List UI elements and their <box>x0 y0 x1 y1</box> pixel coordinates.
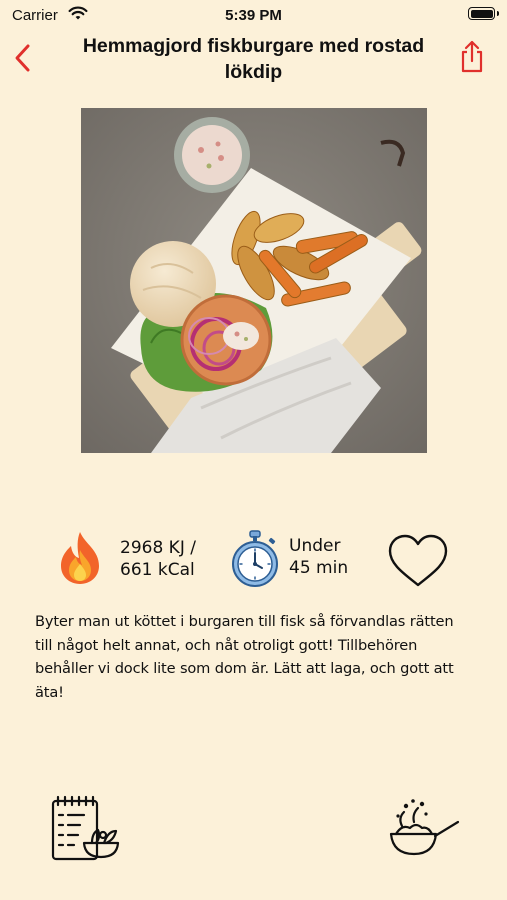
wok-cooking-icon <box>389 799 460 856</box>
battery-icon <box>468 7 499 20</box>
favorite-button[interactable] <box>386 533 450 589</box>
energy-kj: 2968 KJ / <box>120 538 196 558</box>
ingredients-button[interactable] <box>48 793 123 863</box>
energy-value: 2968 KJ / 661 kCal <box>120 537 196 581</box>
heart-outline-icon <box>388 534 448 587</box>
share-icon <box>461 40 483 73</box>
ingredients-list-icon <box>51 795 120 861</box>
fire-icon <box>61 532 99 584</box>
recipe-description: Byter man ut köttet i burgaren till fisk… <box>35 613 454 701</box>
stopwatch-icon <box>232 530 278 587</box>
page-title: Hemmagjord fiskburgare med rostad lökdip <box>82 35 425 83</box>
cooking-time: Under 45 min <box>289 535 348 579</box>
back-button[interactable] <box>8 40 38 76</box>
time-value: 45 min <box>289 558 349 578</box>
start-cooking-button[interactable] <box>388 798 460 858</box>
chevron-left-icon <box>15 44 30 72</box>
energy-kcal: 661 kCal <box>120 560 195 580</box>
share-button[interactable] <box>457 38 487 74</box>
time-prefix: Under <box>289 536 341 556</box>
recipe-photo <box>81 108 427 453</box>
recipe-stats: 2968 KJ / 661 kCal Under 45 min <box>0 530 507 590</box>
status-bar: Carrier 5:39 PM <box>0 0 507 30</box>
status-time: 5:39 PM <box>225 7 282 24</box>
